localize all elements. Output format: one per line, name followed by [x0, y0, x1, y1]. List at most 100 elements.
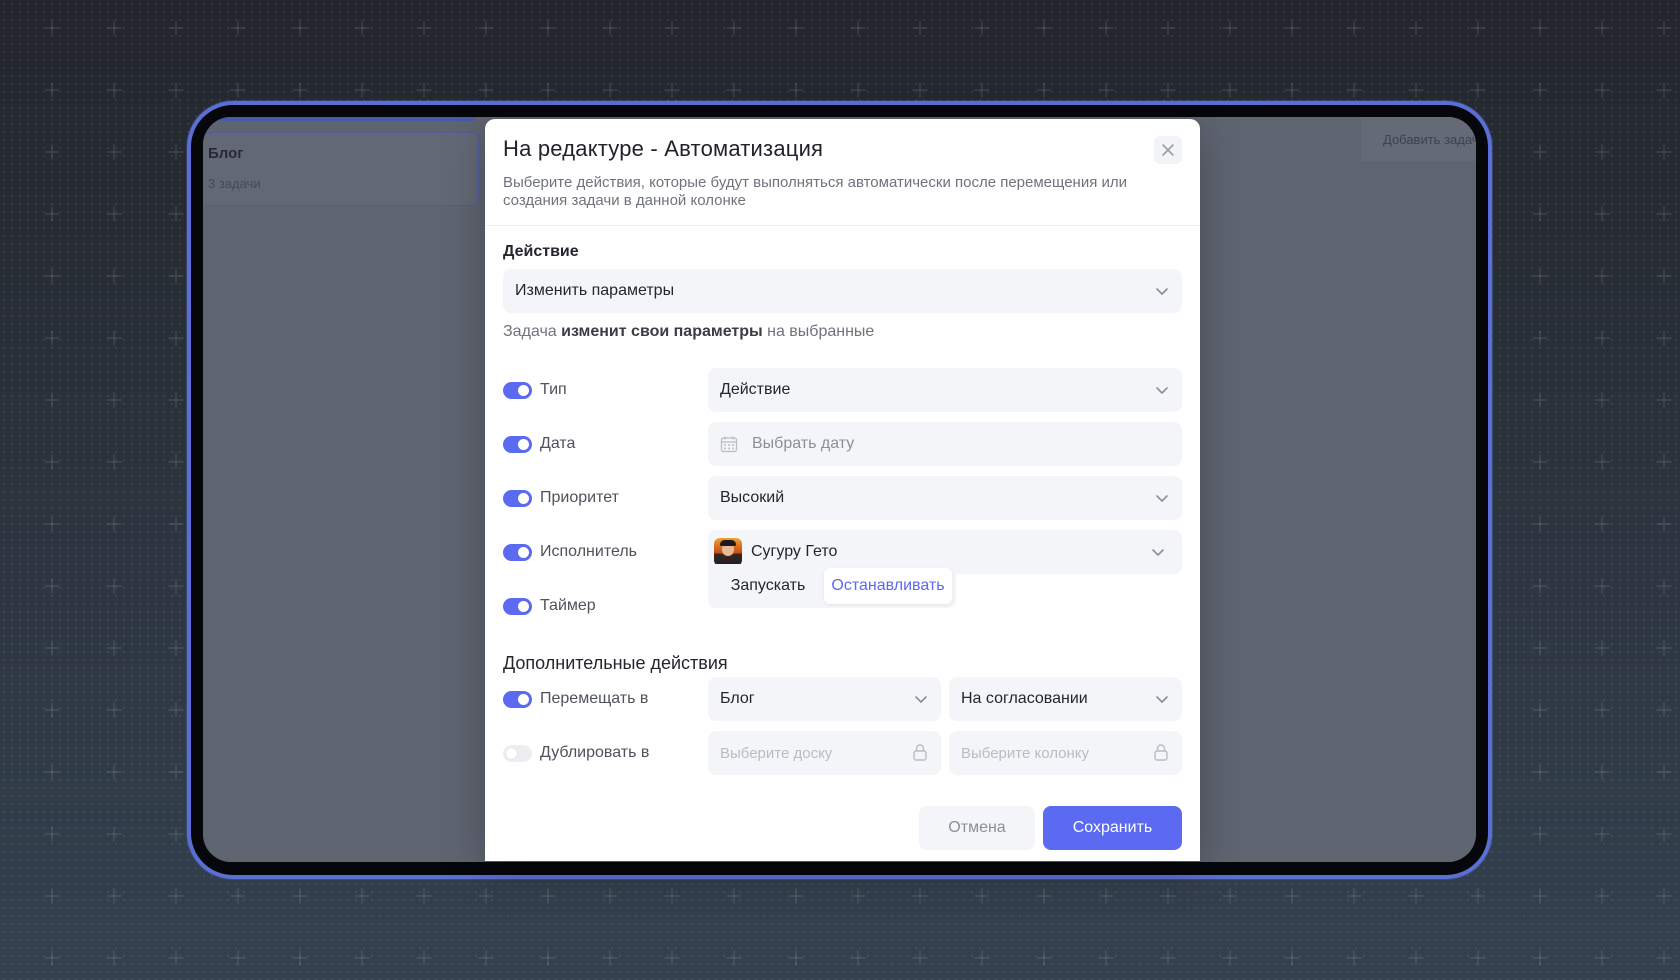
close-button[interactable] — [1154, 136, 1182, 164]
plus-marker — [44, 330, 60, 346]
modal-title: На редактуре - Автоматизация — [503, 136, 824, 161]
priority-label: Приоритет — [540, 489, 619, 506]
plus-marker — [168, 392, 184, 408]
automation-modal: На редактуре - Автоматизация Выберите де… — [485, 119, 1200, 861]
plus-marker — [292, 20, 308, 36]
plus-marker — [168, 640, 184, 656]
plus-marker — [230, 888, 246, 904]
chevron-down-icon — [1156, 495, 1168, 502]
task-card[interactable]: Блог 3 задачи — [203, 132, 479, 206]
plus-marker — [106, 888, 122, 904]
type-label: Тип — [540, 381, 567, 398]
duplicate-toggle[interactable] — [503, 744, 532, 762]
priority-toggle[interactable] — [503, 489, 532, 507]
plus-marker — [726, 82, 742, 98]
assignee-label: Исполнитель — [540, 543, 638, 560]
plus-marker — [1656, 950, 1672, 966]
plus-marker — [44, 392, 60, 408]
plus-marker — [602, 888, 618, 904]
plus-marker — [1656, 454, 1672, 470]
plus-marker — [106, 82, 122, 98]
plus-marker — [106, 454, 122, 470]
move-column-value: На согласовании — [961, 690, 1088, 707]
plus-marker — [850, 20, 866, 36]
plus-marker — [1408, 20, 1424, 36]
modal-header: На редактуре - Автоматизация Выберите де… — [485, 119, 1200, 226]
date-toggle[interactable] — [503, 435, 532, 453]
plus-marker — [1656, 206, 1672, 222]
plus-marker — [1532, 392, 1548, 408]
cancel-button[interactable]: Отмена — [919, 806, 1035, 850]
timer-stop-option[interactable]: Останавливать — [824, 568, 952, 604]
plus-marker — [1532, 206, 1548, 222]
plus-marker — [1594, 144, 1610, 160]
plus-marker — [1532, 516, 1548, 532]
plus-marker — [1656, 826, 1672, 842]
plus-marker — [478, 82, 494, 98]
plus-marker — [44, 578, 60, 594]
plus-marker — [416, 20, 432, 36]
save-button[interactable]: Сохранить — [1043, 806, 1182, 850]
plus-marker — [850, 950, 866, 966]
plus-marker — [1594, 764, 1610, 780]
plus-marker — [1222, 82, 1238, 98]
chevron-down-icon — [915, 696, 927, 703]
type-select[interactable]: Действие — [708, 368, 1182, 412]
type-select-value: Действие — [720, 381, 791, 398]
plus-marker — [1036, 950, 1052, 966]
plus-marker — [1036, 82, 1052, 98]
priority-select[interactable]: Высокий — [708, 476, 1182, 520]
timer-toggle[interactable] — [503, 597, 532, 615]
action-select[interactable]: Изменить параметры — [503, 269, 1182, 313]
add-task-button[interactable]: Добавить задачу — [1361, 117, 1476, 161]
plus-marker — [1098, 888, 1114, 904]
date-row: Дата — [503, 432, 575, 456]
plus-marker — [292, 888, 308, 904]
timer-segmented-control: Запускать Останавливать — [708, 564, 956, 608]
plus-marker — [540, 950, 556, 966]
modal-description: Выберите действия, которые будут выполня… — [503, 174, 1128, 209]
plus-marker — [1532, 764, 1548, 780]
plus-marker — [1532, 454, 1548, 470]
date-picker-input[interactable]: Выбрать дату — [708, 422, 1182, 466]
plus-marker — [788, 20, 804, 36]
plus-marker — [974, 20, 990, 36]
plus-marker — [1160, 82, 1176, 98]
plus-marker — [106, 950, 122, 966]
plus-marker — [1532, 144, 1548, 160]
plus-marker — [168, 268, 184, 284]
plus-marker — [106, 206, 122, 222]
plus-marker — [1222, 888, 1238, 904]
plus-marker — [1408, 888, 1424, 904]
plus-marker — [912, 950, 928, 966]
timer-start-option[interactable]: Запускать — [712, 568, 824, 604]
plus-marker — [540, 82, 556, 98]
move-row: Перемещать в — [503, 687, 648, 711]
plus-marker — [1594, 20, 1610, 36]
plus-marker — [1656, 144, 1672, 160]
plus-marker — [354, 950, 370, 966]
date-label: Дата — [540, 435, 576, 452]
plus-marker — [1160, 20, 1176, 36]
plus-marker — [1656, 578, 1672, 594]
move-toggle[interactable] — [503, 690, 532, 708]
plus-marker — [168, 888, 184, 904]
assignee-toggle[interactable] — [503, 543, 532, 561]
plus-marker — [1656, 764, 1672, 780]
plus-marker — [1470, 888, 1486, 904]
plus-marker — [788, 82, 804, 98]
plus-marker — [602, 82, 618, 98]
hint-suffix: на выбранные — [767, 323, 875, 340]
duplicate-column-select: Выберите колонку — [949, 731, 1182, 775]
date-placeholder: Выбрать дату — [752, 435, 855, 452]
duplicate-board-select: Выберите доску — [708, 731, 941, 775]
plus-marker — [1222, 950, 1238, 966]
plus-marker — [478, 888, 494, 904]
plus-marker — [168, 206, 184, 222]
plus-marker — [850, 888, 866, 904]
move-column-select[interactable]: На согласовании — [949, 677, 1182, 721]
type-toggle[interactable] — [503, 381, 532, 399]
move-board-select[interactable]: Блог — [708, 677, 941, 721]
plus-marker — [1160, 950, 1176, 966]
plus-marker — [1470, 20, 1486, 36]
